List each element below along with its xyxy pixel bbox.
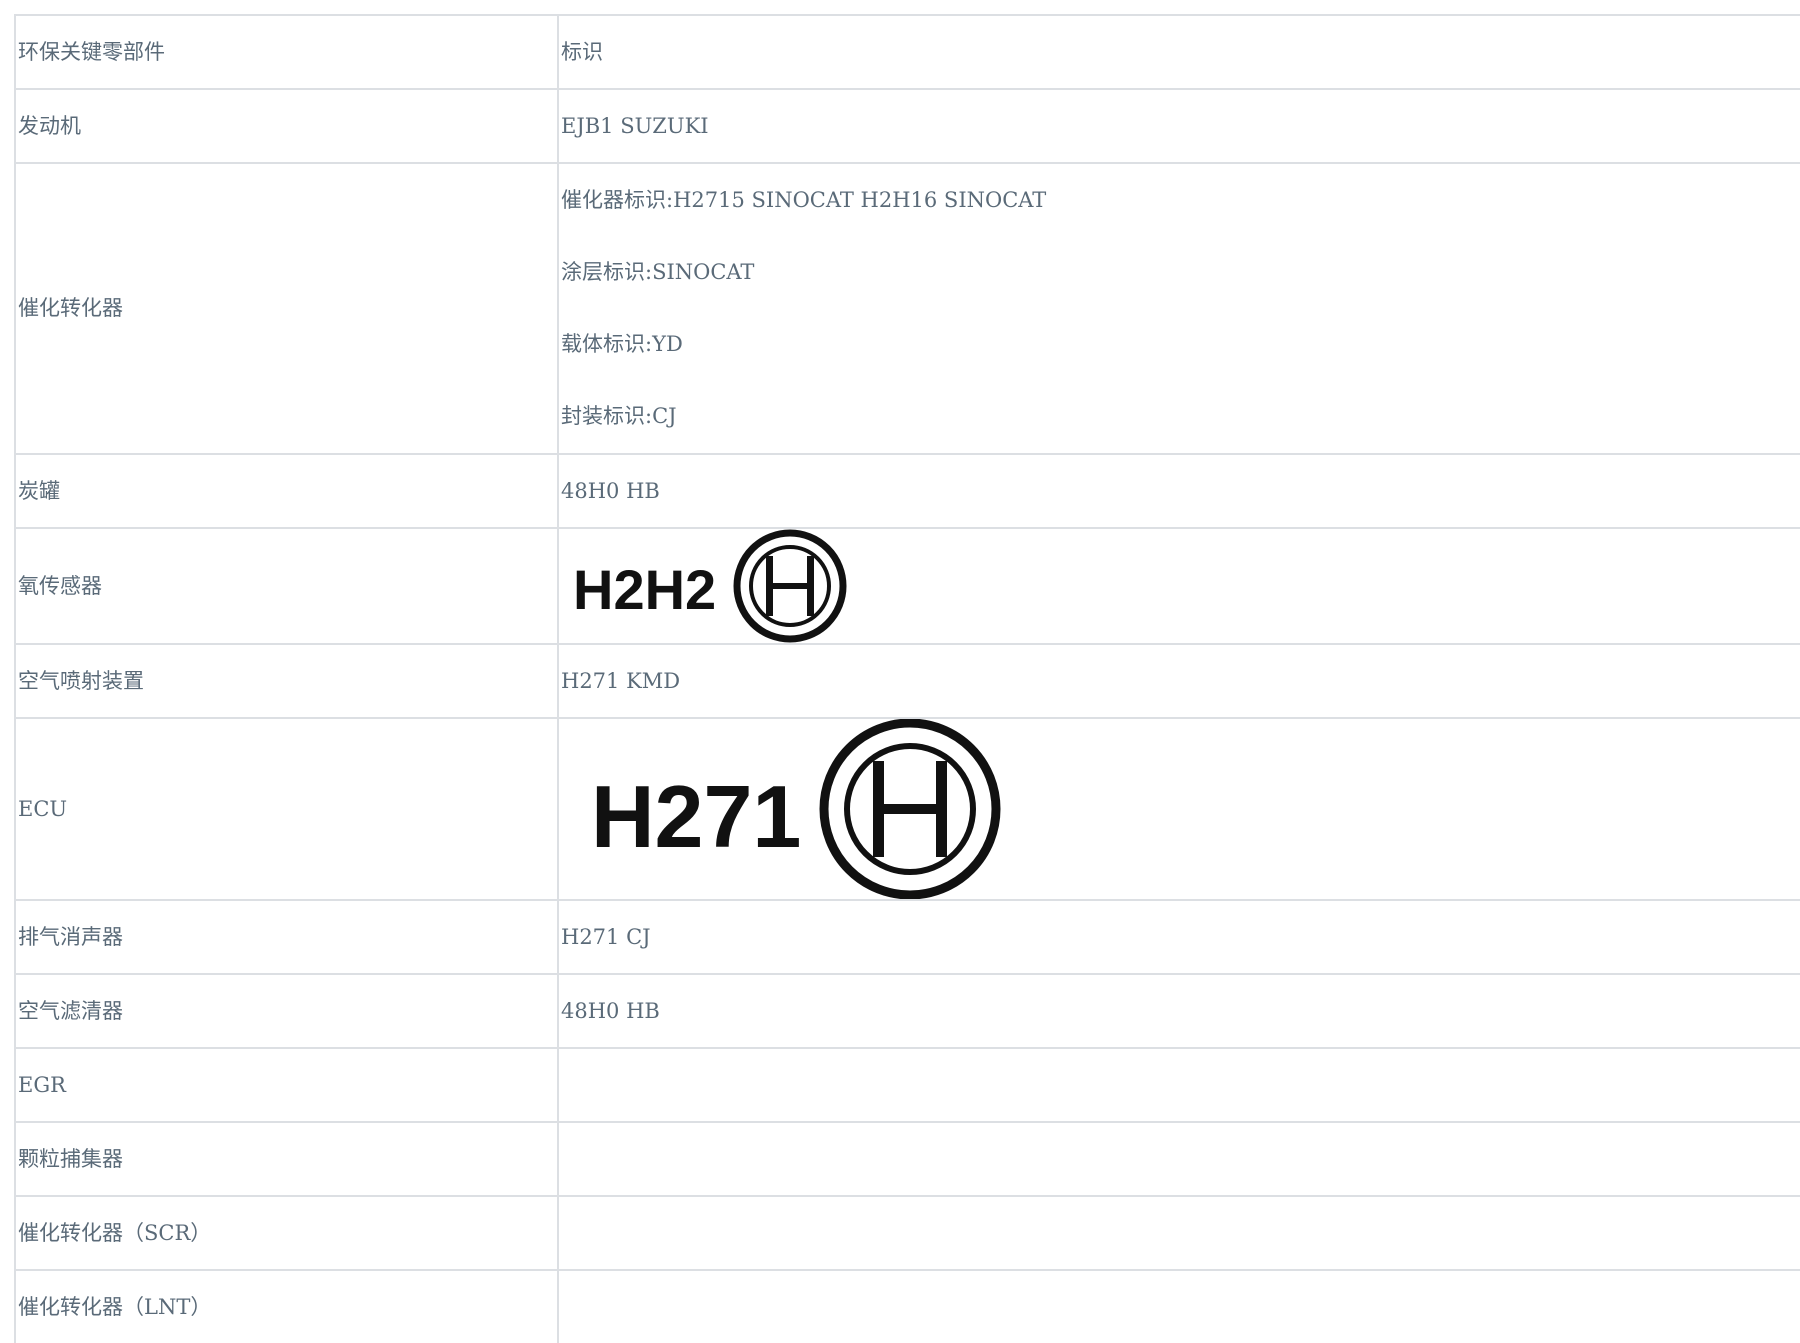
table-row: 催化转化器 催化器标识:H2715 SINOCAT H2H16 SINOCAT … (14, 162, 1800, 455)
logo-text: H2H2 (573, 558, 716, 621)
part-mark (558, 1121, 1800, 1197)
table-row: 催化转化器（SCR） (14, 1195, 1800, 1271)
part-mark: H271 CJ (558, 899, 1800, 975)
part-name: 催化转化器（SCR） (14, 1195, 559, 1271)
part-name: 发动机 (14, 88, 559, 164)
table-header-row: 环保关键零部件 标识 (14, 14, 1800, 90)
table-row: 空气滤清器 48H0 HB (14, 973, 1800, 1049)
part-mark: 48H0 HB (558, 973, 1800, 1049)
parts-table: 环保关键零部件 标识 发动机 EJB1 SUZUKI 催化转化器 催化器标识:H… (14, 14, 1800, 1343)
part-name: 颗粒捕集器 (14, 1121, 559, 1197)
table-row: 氧传感器 H2H2 (14, 527, 1800, 645)
mark-line: 封装标识:CJ (561, 404, 677, 428)
part-mark (558, 1195, 1800, 1271)
part-name: 排气消声器 (14, 899, 559, 975)
table-row: ECU H271 (14, 717, 1800, 901)
table-row: 催化转化器（LNT） (14, 1269, 1800, 1343)
table-row: 颗粒捕集器 (14, 1121, 1800, 1197)
part-name: 炭罐 (14, 453, 559, 529)
mark-line: 催化器标识:H2715 SINOCAT H2H16 SINOCAT (561, 188, 1047, 212)
mark-line: 载体标识:YD (561, 332, 683, 356)
part-name: EGR (14, 1047, 559, 1123)
part-name: 氧传感器 (14, 527, 559, 645)
part-mark-logo: H271 (558, 717, 1800, 901)
part-mark: EJB1 SUZUKI (558, 88, 1800, 164)
mark-line: 涂层标识:SINOCAT (561, 260, 755, 284)
table-row: 排气消声器 H271 CJ (14, 899, 1800, 975)
logo-text: H271 (591, 767, 801, 866)
bosch-logo-icon: H271 (591, 719, 1001, 899)
bosch-logo-icon: H2H2 (573, 529, 847, 643)
part-mark-logo: H2H2 (558, 527, 1800, 645)
table-row: 炭罐 48H0 HB (14, 453, 1800, 529)
header-part: 环保关键零部件 (14, 14, 559, 90)
part-mark (558, 1269, 1800, 1343)
table-row: 空气喷射装置 H271 KMD (14, 643, 1800, 719)
part-mark-list: 催化器标识:H2715 SINOCAT H2H16 SINOCAT 涂层标识:S… (558, 162, 1800, 455)
part-name: 催化转化器（LNT） (14, 1269, 559, 1343)
part-mark (558, 1047, 1800, 1123)
part-name: 催化转化器 (14, 162, 559, 455)
header-mark: 标识 (558, 14, 1800, 90)
part-name: 空气滤清器 (14, 973, 559, 1049)
table-row: EGR (14, 1047, 1800, 1123)
part-name: ECU (14, 717, 559, 901)
part-mark: 48H0 HB (558, 453, 1800, 529)
part-name: 空气喷射装置 (14, 643, 559, 719)
part-mark: H271 KMD (558, 643, 1800, 719)
table-row: 发动机 EJB1 SUZUKI (14, 88, 1800, 164)
